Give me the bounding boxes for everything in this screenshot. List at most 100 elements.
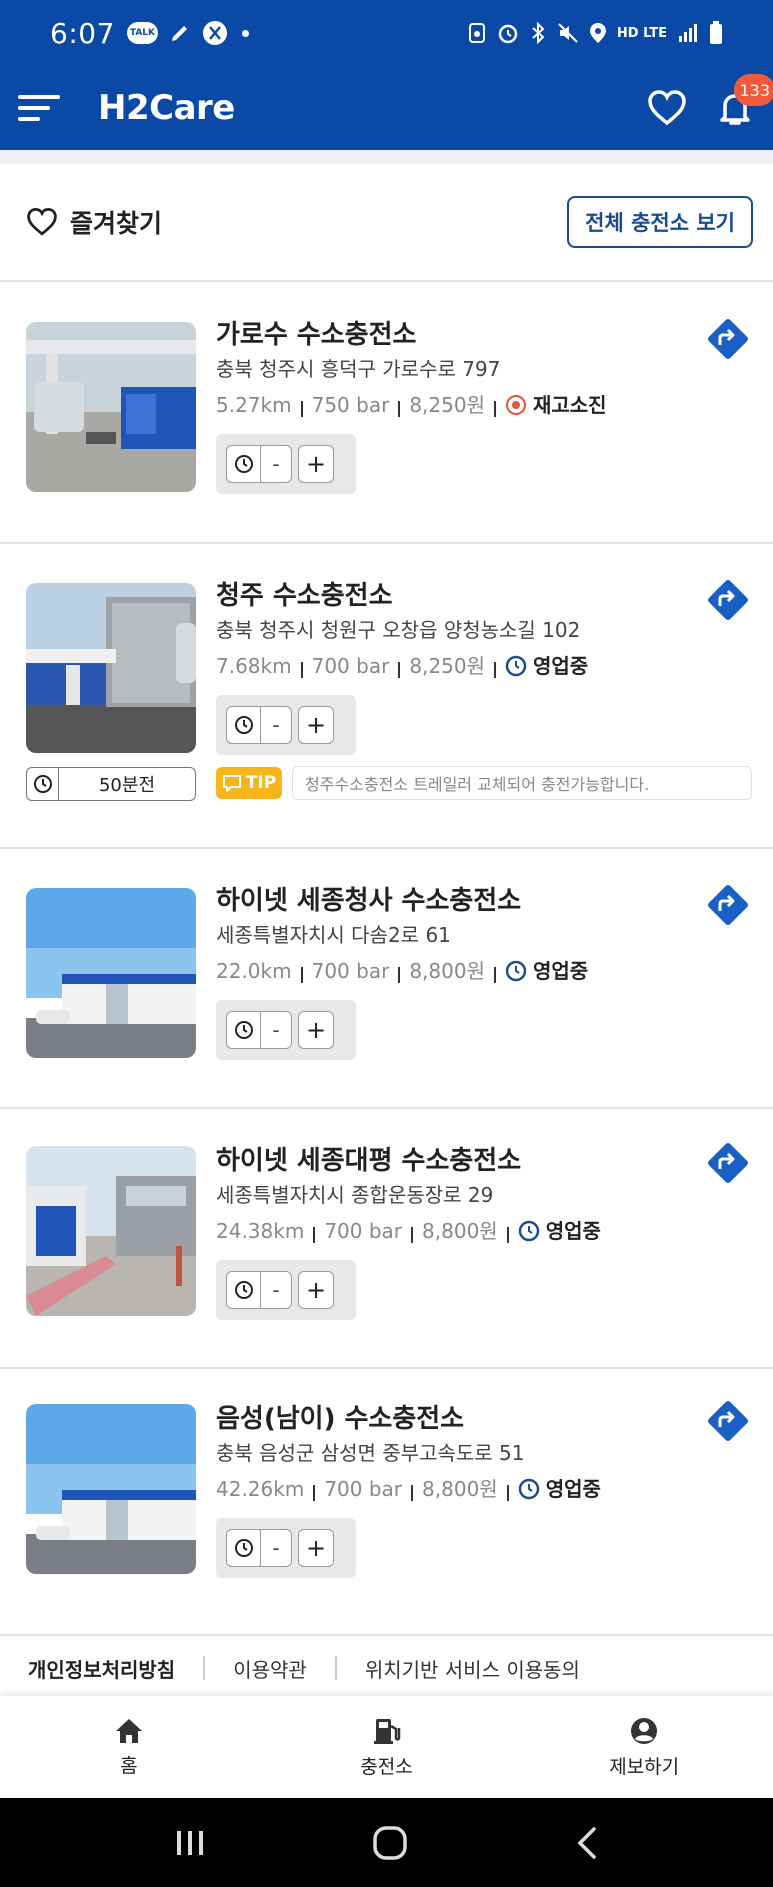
station-status-text: 영업중 <box>532 959 589 983</box>
clock-icon <box>227 1530 261 1566</box>
fuel-station-icon <box>373 1718 400 1744</box>
plus-button[interactable]: + <box>298 1011 334 1049</box>
station-status-text: 영업중 <box>545 1219 601 1243</box>
station-pressure: 700 bar <box>311 654 390 678</box>
tip-label: TIP <box>245 773 277 793</box>
bottom-navigation: 홈 충전소 제보하기 <box>0 1696 773 1798</box>
station-pressure: 750 bar <box>311 393 390 417</box>
wait-time-stepper: - + <box>216 1260 356 1320</box>
speech-bubble-icon <box>222 775 241 792</box>
notification-button[interactable]: 133 <box>715 74 773 128</box>
directions-icon[interactable] <box>705 577 751 623</box>
plus-button[interactable]: + <box>298 1529 334 1567</box>
station-name: 하이넷 세종청사 수소충전소 <box>216 886 522 916</box>
favorites-header: 즐겨찾기 전체 충전소 보기 <box>0 164 773 282</box>
nav-report-label: 제보하기 <box>609 1755 680 1778</box>
nav-home-label: 홈 <box>120 1754 138 1777</box>
location-consent-link[interactable]: 위치기반 서비스 이용동의 <box>365 1654 580 1683</box>
last-update-text: 50분전 <box>98 775 156 796</box>
network-label: HD LTE <box>616 25 667 41</box>
status-bar: 6:07 TALK HD LTE <box>0 0 773 66</box>
station-address: 세종특별자치시 종합운동장로 29 <box>216 1183 494 1207</box>
view-all-stations-button[interactable]: 전체 충전소 보기 <box>567 196 753 248</box>
directions-icon[interactable] <box>705 882 751 928</box>
favorite-heart-icon[interactable] <box>647 89 687 127</box>
station-photo <box>26 1404 196 1574</box>
wait-time-stepper: - + <box>216 695 356 755</box>
minus-button[interactable]: - <box>261 1530 291 1566</box>
home-button-icon[interactable] <box>371 1824 409 1862</box>
clock-icon <box>505 655 527 677</box>
station-name: 청주 수소충전소 <box>216 581 393 611</box>
footer-links: 개인정보처리방침 이용약관 위치기반 서비스 이용동의 <box>0 1640 773 1696</box>
station-distance: 42.26km <box>216 1477 305 1501</box>
station-price: 8,800원 <box>422 1477 498 1501</box>
station-status: 영업중 <box>518 1474 601 1504</box>
station-photo <box>26 583 196 753</box>
station-card[interactable]: 청주 수소충전소 충북 청주시 청원구 오창읍 양청농소길 102 7.68km… <box>0 545 773 849</box>
plus-button[interactable]: + <box>298 1271 334 1309</box>
station-card[interactable]: 하이넷 세종청사 수소충전소 세종특별자치시 다솜2로 61 22.0km 70… <box>0 850 773 1109</box>
menu-icon[interactable] <box>18 91 60 125</box>
station-status: 영업중 <box>518 1216 601 1246</box>
station-meta: 42.26km 700 bar 8,800원 영업중 <box>216 1474 693 1504</box>
station-distance: 7.68km <box>216 654 292 678</box>
recent-apps-icon[interactable] <box>172 1825 208 1861</box>
station-meta: 24.38km 700 bar 8,800원 영업중 <box>216 1216 693 1246</box>
nav-stations[interactable]: 충전소 <box>258 1696 516 1798</box>
station-distance: 24.38km <box>216 1219 305 1243</box>
directions-icon[interactable] <box>705 316 751 362</box>
mute-icon <box>558 23 578 43</box>
nav-stations-label: 충전소 <box>360 1755 413 1778</box>
home-icon <box>115 1718 142 1743</box>
station-status-text: 재고소진 <box>532 393 607 417</box>
signal-icon <box>679 24 697 42</box>
station-price: 8,800원 <box>422 1219 498 1243</box>
terms-link[interactable]: 이용약관 <box>233 1654 307 1683</box>
station-photo <box>26 1146 196 1316</box>
station-meta: 22.0km 700 bar 8,800원 영업중 <box>216 956 693 986</box>
nav-report[interactable]: 제보하기 <box>515 1696 773 1798</box>
wait-time-stepper: - + <box>216 1518 356 1578</box>
tip-message: 청주수소충전소 트레일러 교체되어 충전가능합니다. <box>292 766 752 800</box>
status-time: 6:07 <box>50 16 115 50</box>
station-photo <box>26 322 196 492</box>
clock-icon <box>227 1012 261 1048</box>
station-pressure: 700 bar <box>324 1219 403 1243</box>
station-card[interactable]: 가로수 수소충전소 충북 청주시 흥덕구 가로수로 797 5.27km 750… <box>0 284 773 544</box>
station-address: 충북 음성군 삼성면 중부고속도로 51 <box>216 1441 525 1465</box>
bluetooth-icon <box>532 22 545 44</box>
system-navigation <box>0 1798 773 1887</box>
privacy-policy-link[interactable]: 개인정보처리방침 <box>28 1654 175 1683</box>
station-pressure: 700 bar <box>311 959 390 983</box>
plus-button[interactable]: + <box>298 706 334 744</box>
minus-button[interactable]: - <box>261 1272 291 1308</box>
heart-outline-icon <box>27 207 57 236</box>
clock-icon <box>227 446 261 482</box>
station-card[interactable]: 하이넷 세종대평 수소충전소 세종특별자치시 종합운동장로 29 24.38km… <box>0 1110 773 1369</box>
notification-count-badge: 133 <box>734 74 773 106</box>
pen-icon <box>172 26 188 41</box>
nav-home[interactable]: 홈 <box>0 1696 258 1798</box>
clock-icon <box>518 1220 539 1242</box>
location-icon <box>589 23 606 43</box>
tip-badge: TIP <box>216 767 282 799</box>
minus-button[interactable]: - <box>261 707 291 743</box>
directions-icon[interactable] <box>705 1140 751 1186</box>
minus-button[interactable]: - <box>261 446 291 482</box>
station-status-text: 영업중 <box>532 654 589 678</box>
app-logo[interactable]: H2Care <box>98 88 235 128</box>
station-card[interactable]: 음성(남이) 수소충전소 충북 음성군 삼성면 중부고속도로 51 42.26k… <box>0 1370 773 1636</box>
station-name: 음성(남이) 수소충전소 <box>216 1404 465 1434</box>
minus-button[interactable]: - <box>261 1012 291 1048</box>
station-address: 충북 청주시 청원구 오창읍 양청농소길 102 <box>216 618 581 642</box>
back-icon[interactable] <box>572 1825 602 1861</box>
account-circle-icon <box>631 1717 658 1744</box>
directions-icon[interactable] <box>705 1398 751 1444</box>
plus-button[interactable]: + <box>298 445 334 483</box>
station-photo <box>26 888 196 1058</box>
station-price: 8,250원 <box>409 393 485 417</box>
station-status: 영업중 <box>505 651 588 681</box>
station-address: 충북 청주시 흥덕구 가로수로 797 <box>216 357 501 381</box>
talk-icon: TALK <box>126 22 159 44</box>
